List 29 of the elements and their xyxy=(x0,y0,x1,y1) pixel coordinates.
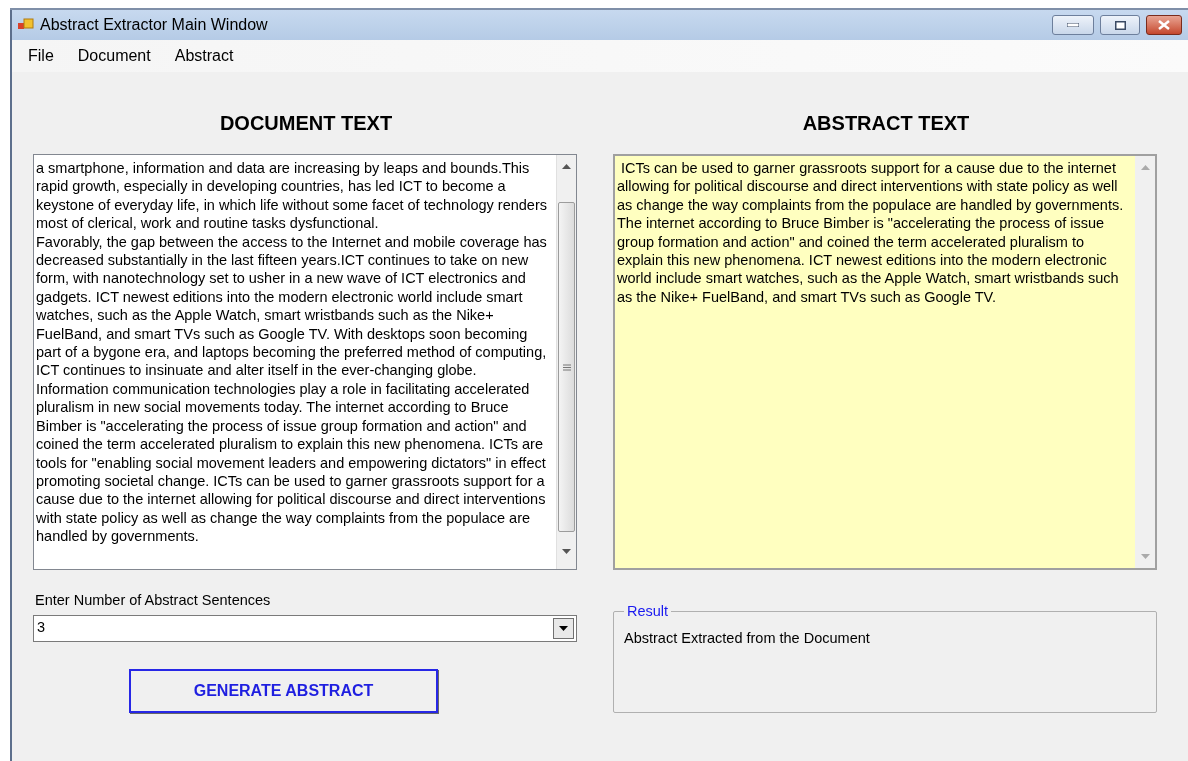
close-button[interactable] xyxy=(1146,15,1182,35)
field-label: Enter Number of Abstract Sentences xyxy=(34,591,272,610)
scroll-up-icon[interactable] xyxy=(562,164,571,169)
scrollbar[interactable] xyxy=(556,155,576,569)
section-heading: ABSTRACT TEXT xyxy=(801,111,971,136)
document-paragraph: Favorably, the gap between the access to the Internet and mobile coverage has decreased substantially in the last fifteen years.ICT continues to take on new form, with nanotechnology set to usher in a new wave of ICT electronics and gadgets. ICT newest editions into the modern electronic world include smart watches, such as the Apple Watch, smart wristbands such as the Nike+ FuelBand, and smart TVs such as Google TV. With desktops soon becoming part of a bygone era, and laptops becoming the preferred method of computing, ICT continues to insinuate and alter itself in the ever-changing globe. xyxy=(36,232,548,380)
menu-item[interactable]: Abstract xyxy=(174,44,234,68)
section-heading: DOCUMENT TEXT xyxy=(218,111,394,136)
window-title: Abstract Extractor Main Window xyxy=(40,15,268,35)
restore-icon xyxy=(1114,20,1126,30)
menu-item[interactable]: Document xyxy=(77,44,151,68)
close-icon xyxy=(1158,20,1170,30)
app-icon xyxy=(18,18,34,32)
abstract-text-area[interactable] xyxy=(613,154,1157,570)
grip-icon xyxy=(562,363,571,371)
maximize-button[interactable] xyxy=(1100,15,1140,35)
abstract-paragraph: ICTs can be used to garner grassroots support for a cause due to the internet allowing for political discourse and direct interventions with state policy as well as change the way complaints from the populace are handled by governments. The internet according to Bruce Bimber is "accelerating the process of issue group formation and action" and coined the term accelerated pluralism to explain this new phenomena. ICT newest editions into the modern electronic world include smart watches, such as the Apple Watch, smart wristbands such as the Nike+ FuelBand, and smart TVs such as Google TV. xyxy=(617,159,1125,307)
sentences-dropdown[interactable]: 3 xyxy=(33,614,577,642)
generate-abstract-button[interactable]: GENERATE ABSTRACT xyxy=(129,668,438,713)
document-text-area[interactable] xyxy=(33,154,577,570)
minimize-button[interactable] xyxy=(1052,15,1094,35)
scrollbar-thumb[interactable] xyxy=(558,202,575,532)
document-paragraph: Information communication technologies play a role in facilitating accelerated pluralism in new social movements today. The internet according to Bruce Bimber is "accelerating the process of issue group formation and action" and coined the term accelerated pluralism to explain this new phenomena. ICTs are tools for "enabling social movement leaders and empowering dictators" in effect promoting societal change. ICTs can be used to garner grassroots support for a cause due to the internet allowing for political discourse and direct interventions with state policy as well as change the way complaints from the populace are handled by governments. xyxy=(36,379,547,546)
menu-item[interactable]: File xyxy=(28,44,54,68)
minimize-icon xyxy=(1067,23,1079,27)
dropdown-arrow-icon xyxy=(559,625,568,631)
scroll-down-icon[interactable] xyxy=(562,549,571,554)
document-paragraph: a smartphone, information and data are increasing by leaps and bounds.This rapid growth, especially in developing countries, has led ICT to become a keystone of everyday life, in which life without some facet of technology renders most of clerical, work and routine tasks dysfunctional. xyxy=(36,159,548,233)
result-text: Abstract Extracted from the Document xyxy=(623,629,871,648)
